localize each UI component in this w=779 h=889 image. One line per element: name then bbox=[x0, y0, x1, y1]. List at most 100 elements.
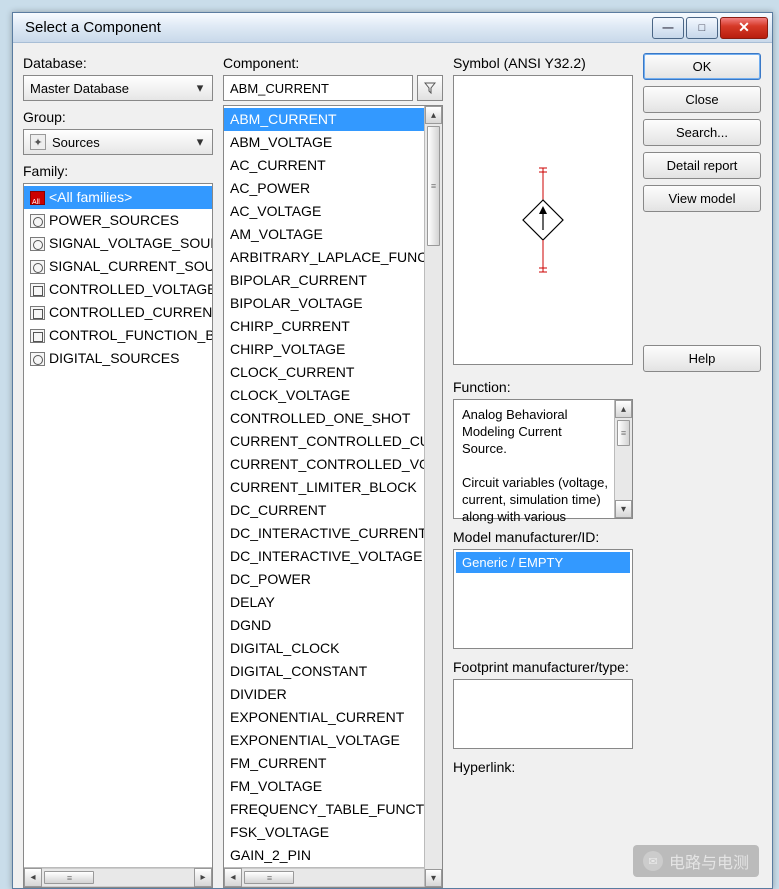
component-row[interactable]: DC_INTERACTIVE_CURRENT bbox=[224, 522, 424, 545]
scroll-up-button[interactable]: ▴ bbox=[615, 400, 632, 418]
scroll-track[interactable]: ≡ bbox=[615, 418, 632, 500]
scroll-right-button[interactable]: ▸ bbox=[194, 868, 212, 887]
component-row[interactable]: DIVIDER bbox=[224, 683, 424, 706]
family-list[interactable]: <All families> POWER_SOURCES SIGNAL_VOLTAG… bbox=[23, 183, 213, 888]
component-row[interactable]: DC_CURRENT bbox=[224, 499, 424, 522]
v-scrollbar[interactable]: ▴ ≡ ▾ bbox=[424, 106, 442, 887]
symbol-label: Symbol (ANSI Y32.2) bbox=[453, 55, 633, 71]
component-row[interactable]: CONTROLLED_ONE_SHOT bbox=[224, 407, 424, 430]
family-label: CONTROLLED_VOLTAGE_SOURCES bbox=[49, 280, 212, 299]
component-row[interactable]: FM_CURRENT bbox=[224, 752, 424, 775]
close-button[interactable]: Close bbox=[643, 86, 761, 113]
family-row[interactable]: POWER_SOURCES bbox=[24, 209, 212, 232]
scroll-down-button[interactable]: ▾ bbox=[425, 869, 442, 887]
scroll-thumb[interactable]: ≡ bbox=[617, 420, 630, 446]
component-label: BIPOLAR_CURRENT bbox=[230, 271, 367, 290]
symbol-column: Symbol (ANSI Y32.2) Function: Analog Beh… bbox=[453, 53, 633, 888]
help-button[interactable]: Help bbox=[643, 345, 761, 372]
family-icon bbox=[30, 306, 45, 320]
component-row[interactable]: CLOCK_CURRENT bbox=[224, 361, 424, 384]
left-column: Database: Master Database ▾ Group: ✦ Sou… bbox=[23, 53, 213, 888]
component-row[interactable]: EXPONENTIAL_CURRENT bbox=[224, 706, 424, 729]
scroll-track[interactable]: ≡ bbox=[425, 124, 442, 869]
scroll-thumb[interactable]: ≡ bbox=[427, 126, 440, 246]
component-row[interactable]: AC_CURRENT bbox=[224, 154, 424, 177]
component-filter-button[interactable] bbox=[417, 75, 443, 101]
component-row[interactable]: DGND bbox=[224, 614, 424, 637]
minimize-button[interactable]: — bbox=[652, 17, 684, 39]
component-row[interactable]: ABM_CURRENT bbox=[224, 108, 424, 131]
search-button[interactable]: Search... bbox=[643, 119, 761, 146]
function-textbox[interactable]: Analog Behavioral Modeling Current Sourc… bbox=[453, 399, 633, 519]
model-value: Generic / EMPTY bbox=[462, 555, 563, 570]
component-row[interactable]: BIPOLAR_VOLTAGE bbox=[224, 292, 424, 315]
component-label: CHIRP_VOLTAGE bbox=[230, 340, 345, 359]
maximize-button[interactable]: □ bbox=[686, 17, 718, 39]
footprint-listbox[interactable] bbox=[453, 679, 633, 749]
component-label: Component: bbox=[223, 55, 443, 71]
component-row[interactable]: CHIRP_VOLTAGE bbox=[224, 338, 424, 361]
component-row[interactable]: DIGITAL_CLOCK bbox=[224, 637, 424, 660]
scroll-track[interactable]: ≡ bbox=[42, 868, 194, 887]
database-value: Master Database bbox=[30, 81, 129, 96]
view-model-button[interactable]: View model bbox=[643, 185, 761, 212]
titlebar[interactable]: Select a Component — □ ✕ bbox=[13, 13, 772, 43]
component-row[interactable]: GAIN_2_PIN bbox=[224, 844, 424, 867]
model-label: Model manufacturer/ID: bbox=[453, 529, 633, 545]
component-label: AM_VOLTAGE bbox=[230, 225, 323, 244]
component-row[interactable]: EXPONENTIAL_VOLTAGE bbox=[224, 729, 424, 752]
family-row[interactable]: CONTROLLED_CURRENT_SOURCES bbox=[24, 301, 212, 324]
component-list[interactable]: ABM_CURRENTABM_VOLTAGEAC_CURRENT AC_POWER… bbox=[223, 105, 443, 888]
component-row[interactable]: AC_POWER bbox=[224, 177, 424, 200]
database-combo[interactable]: Master Database ▾ bbox=[23, 75, 213, 101]
group-label: Group: bbox=[23, 109, 213, 125]
client-area: Database: Master Database ▾ Group: ✦ Sou… bbox=[13, 43, 772, 888]
component-row[interactable]: AM_VOLTAGE bbox=[224, 223, 424, 246]
scroll-track[interactable]: ≡ bbox=[242, 868, 424, 887]
scroll-thumb[interactable]: ≡ bbox=[244, 871, 294, 884]
close-window-button[interactable]: ✕ bbox=[720, 17, 768, 39]
model-listbox[interactable]: Generic / EMPTY bbox=[453, 549, 633, 649]
component-row[interactable]: ARBITRARY_LAPLACE_FUNCTION bbox=[224, 246, 424, 269]
component-row[interactable]: DC_INTERACTIVE_VOLTAGE bbox=[224, 545, 424, 568]
v-scrollbar[interactable]: ▴ ≡ ▾ bbox=[614, 400, 632, 518]
component-name-input[interactable]: ABM_CURRENT bbox=[223, 75, 413, 101]
model-row[interactable]: Generic / EMPTY bbox=[456, 552, 630, 573]
component-row[interactable]: CLOCK_VOLTAGE bbox=[224, 384, 424, 407]
family-row[interactable]: DIGITAL_SOURCES bbox=[24, 347, 212, 370]
component-row[interactable]: DC_POWER bbox=[224, 568, 424, 591]
component-label: EXPONENTIAL_VOLTAGE bbox=[230, 731, 400, 750]
ok-button[interactable]: OK bbox=[643, 53, 761, 80]
component-row[interactable]: FSK_VOLTAGE bbox=[224, 821, 424, 844]
component-row[interactable]: BIPOLAR_CURRENT bbox=[224, 269, 424, 292]
scroll-up-button[interactable]: ▴ bbox=[425, 106, 442, 124]
component-row[interactable]: FM_VOLTAGE bbox=[224, 775, 424, 798]
family-row[interactable]: CONTROL_FUNCTION_BLOCKS bbox=[24, 324, 212, 347]
h-scrollbar[interactable]: ◂ ≡ ▸ bbox=[224, 867, 442, 887]
h-scrollbar[interactable]: ◂ ≡ ▸ bbox=[24, 867, 212, 887]
symbol-preview bbox=[453, 75, 633, 365]
group-combo[interactable]: ✦ Sources ▾ bbox=[23, 129, 213, 155]
component-row[interactable]: AC_VOLTAGE bbox=[224, 200, 424, 223]
family-row[interactable]: CONTROLLED_VOLTAGE_SOURCES bbox=[24, 278, 212, 301]
component-row[interactable]: DIGITAL_CONSTANT bbox=[224, 660, 424, 683]
component-label: AC_POWER bbox=[230, 179, 310, 198]
component-row[interactable]: FREQUENCY_TABLE_FUNCTION bbox=[224, 798, 424, 821]
family-row[interactable]: <All families> bbox=[24, 186, 212, 209]
family-label: CONTROL_FUNCTION_BLOCKS bbox=[49, 326, 212, 345]
component-row[interactable]: CHIRP_CURRENT bbox=[224, 315, 424, 338]
scroll-left-button[interactable]: ◂ bbox=[24, 868, 42, 887]
family-label: POWER_SOURCES bbox=[49, 211, 179, 230]
component-row[interactable]: CURRENT_LIMITER_BLOCK bbox=[224, 476, 424, 499]
component-row[interactable]: CURRENT_CONTROLLED_CURRENT_SOURCE bbox=[224, 430, 424, 453]
scroll-thumb[interactable]: ≡ bbox=[44, 871, 94, 884]
family-row[interactable]: SIGNAL_CURRENT_SOURCES bbox=[24, 255, 212, 278]
detail-report-button[interactable]: Detail report bbox=[643, 152, 761, 179]
component-row[interactable]: DELAY bbox=[224, 591, 424, 614]
scroll-left-button[interactable]: ◂ bbox=[224, 868, 242, 887]
component-row[interactable]: CURRENT_CONTROLLED_VOLTAGE_SOURCE bbox=[224, 453, 424, 476]
scroll-down-button[interactable]: ▾ bbox=[615, 500, 632, 518]
component-row[interactable]: ABM_VOLTAGE bbox=[224, 131, 424, 154]
family-row[interactable]: SIGNAL_VOLTAGE_SOURCES bbox=[24, 232, 212, 255]
sources-icon: ✦ bbox=[30, 134, 46, 150]
